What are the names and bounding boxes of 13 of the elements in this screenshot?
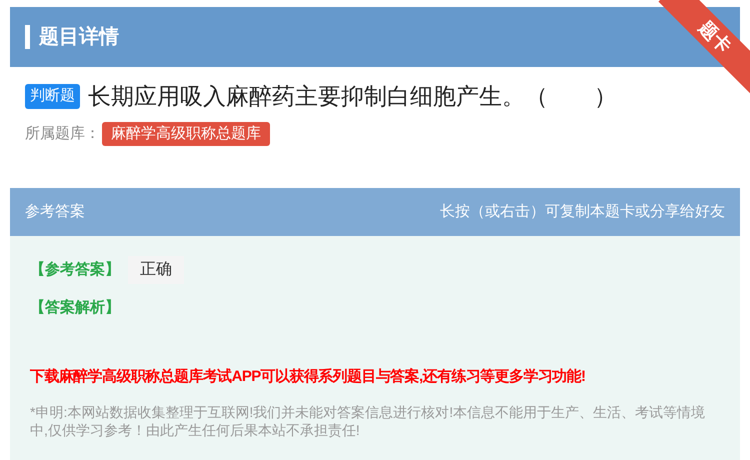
answer-text: 正确	[128, 256, 184, 284]
answer-card-title: 参考答案	[25, 202, 85, 222]
answer-label: 【参考答案】	[30, 260, 120, 280]
page-title: 题目详情	[39, 24, 119, 50]
question-bank-tag[interactable]: 麻醉学高级职称总题库	[102, 122, 270, 146]
question-text: 长期应用吸入麻醉药主要抑制白细胞产生。（ ）	[88, 82, 617, 111]
share-hint: 长按（或右击）可复制本题卡或分享给好友	[440, 202, 725, 222]
disclaimer-text: *申明:本网站数据收集整理于互联网!我们并未能对答案信息进行核对!本信息不能用于生产、生活、考试等情境中,仅供学习参考！由此产生任何后果本站不承担责任!	[30, 402, 706, 438]
app-promo-text: 下载麻醉学高级职称总题库考试APP可以获得系列题目与答案,还有练习等更多学习功能!	[30, 366, 586, 387]
question-type-badge: 判断题	[25, 84, 80, 108]
bank-label: 所属题库：	[25, 124, 100, 144]
analysis-label: 【答案解析】	[30, 299, 120, 316]
accent-bar	[25, 25, 30, 49]
